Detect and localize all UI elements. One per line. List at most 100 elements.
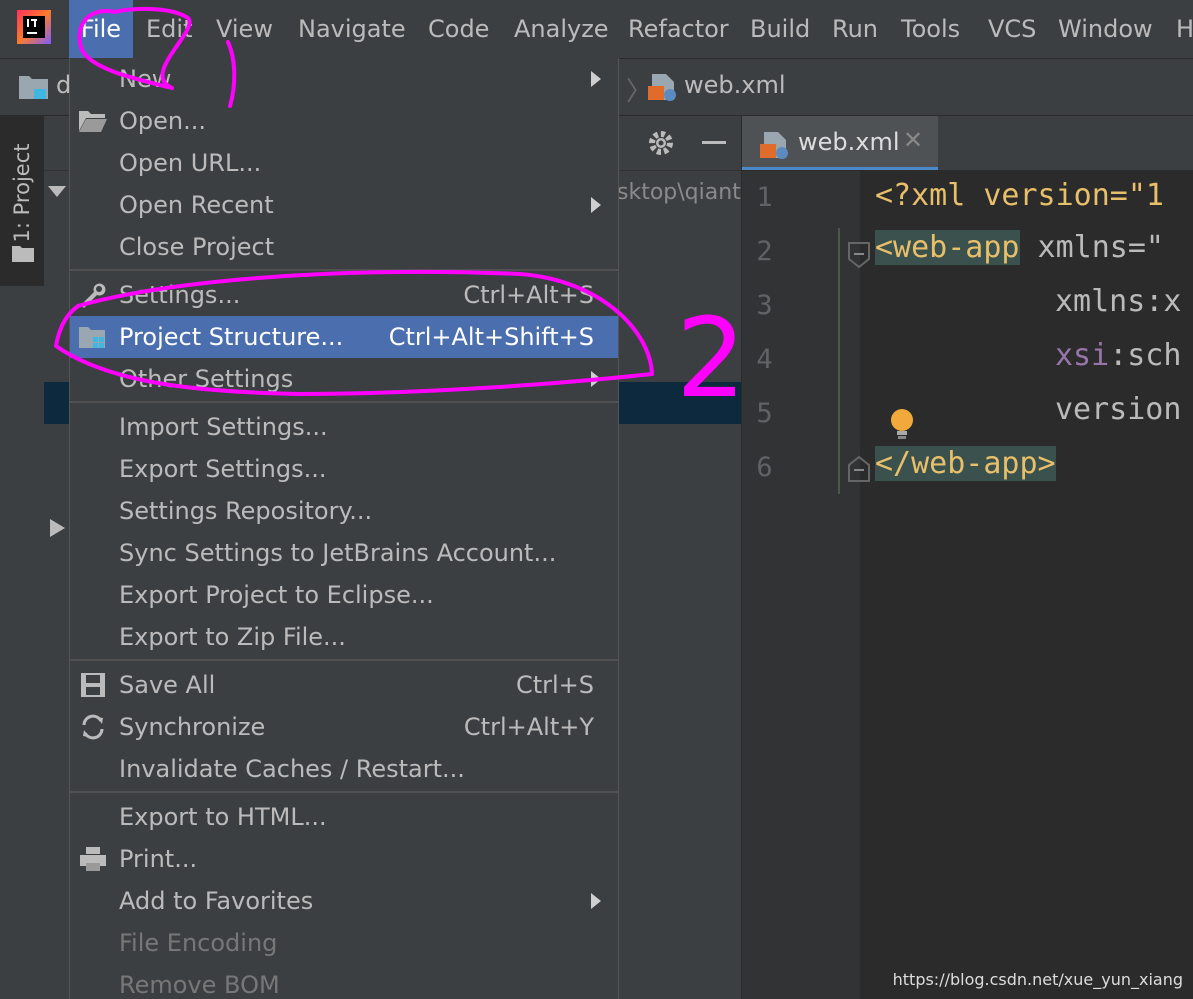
menu-item-project-structure[interactable]: Project Structure... Ctrl+Alt+Shift+S [70,316,618,358]
project-structure-icon [79,327,105,348]
submenu-arrow-icon [591,197,601,213]
menu-item-print[interactable]: Print... [70,838,618,880]
menu-item-export-zip[interactable]: Export to Zip File... [70,616,618,658]
menu-item-add-favorites[interactable]: Add to Favorites [70,880,618,922]
code-line-6: </web-app> [875,446,1056,481]
menu-item-label: Open Recent [119,191,274,219]
menu-window[interactable]: Window [1058,0,1153,58]
menu-item-remove-bom: Remove BOM [70,964,618,999]
code-line-3: xmlns:x [1055,284,1182,319]
menu-navigate[interactable]: Navigate [298,0,406,58]
fold-guide [838,228,840,494]
xml-namespace: xsi [1055,338,1110,373]
menu-item-open-recent[interactable]: Open Recent [70,184,618,226]
fold-marker-icon[interactable] [847,241,871,269]
printer-icon [80,847,106,871]
line-number: 6 [756,452,773,483]
menu-item-label: Settings... [119,281,241,309]
line-number: 3 [756,290,773,321]
menu-item-label: Open... [119,107,206,135]
line-number: 5 [756,398,773,429]
menu-item-label: Export Settings... [119,455,327,483]
menu-item-sync-settings[interactable]: Sync Settings to JetBrains Account... [70,532,618,574]
project-tool-tab-label[interactable]: 1: Project [7,123,37,263]
menu-item-file-encoding: File Encoding [70,922,618,964]
menu-item-settings-repository[interactable]: Settings Repository... [70,490,618,532]
menu-item-open[interactable]: Open... [70,100,618,142]
menu-item-label: Settings Repository... [119,497,373,525]
menu-vcs[interactable]: VCS [988,0,1036,58]
menu-item-open-url[interactable]: Open URL... [70,142,618,184]
menu-separator [70,659,618,661]
menu-file[interactable]: File [69,0,133,58]
menu-item-invalidate-caches[interactable]: Invalidate Caches / Restart... [70,748,618,790]
menu-tools[interactable]: Tools [901,0,960,58]
line-number: 2 [756,236,773,267]
xml-tag-close: </web-app> [875,446,1056,481]
menu-view[interactable]: View [216,0,273,58]
menu-build[interactable]: Build [750,0,810,58]
fold-marker-icon[interactable] [847,455,871,483]
menu-item-close-project[interactable]: Close Project [70,226,618,268]
menu-item-label: Import Settings... [119,413,328,441]
menu-item-label: File Encoding [119,929,278,957]
folder-icon [12,246,34,262]
menu-bar: File Edit View Navigate Code Analyze Ref… [0,0,1193,59]
xml-file-icon [648,74,676,101]
menu-item-label: Other Settings [119,365,294,393]
menu-item-shortcut: Ctrl+Alt+Y [463,713,594,741]
menu-item-label: Invalidate Caches / Restart... [119,755,465,783]
menu-item-synchronize[interactable]: Synchronize Ctrl+Alt+Y [70,706,618,748]
editor-tab-label[interactable]: web.xml [798,128,900,156]
menu-code[interactable]: Code [428,0,489,58]
menu-item-label: Open URL... [119,149,262,177]
wrench-icon [81,283,106,308]
xml-attribute: :sch [1109,338,1182,373]
menu-item-shortcut: Ctrl+Alt+S [463,281,594,309]
submenu-arrow-icon [591,371,601,387]
save-icon [81,673,105,697]
minimize-icon[interactable] [702,141,726,144]
menu-item-other-settings[interactable]: Other Settings [70,358,618,400]
xml-attribute: xmlns=" [1019,230,1164,265]
project-path: sktop\qiant [617,180,741,205]
close-tab-icon[interactable]: ✕ [903,126,923,154]
menu-item-export-settings[interactable]: Export Settings... [70,448,618,490]
menu-run[interactable]: Run [832,0,878,58]
watermark: https://blog.csdn.net/xue_yun_xiang [892,970,1183,989]
menu-item-shortcut: Ctrl+Alt+Shift+S [388,323,594,351]
project-folder-icon [19,76,48,99]
submenu-arrow-icon [591,71,601,87]
menu-item-label: Synchronize [119,713,266,741]
line-number: 1 [756,182,773,213]
menu-item-shortcut: Ctrl+S [515,671,594,699]
menu-separator [70,269,618,271]
intellij-logo-icon [17,10,51,44]
code-line-1: <?xml version="1 [875,178,1164,213]
gear-icon[interactable] [646,128,676,158]
menu-item-save-all[interactable]: Save All Ctrl+S [70,664,618,706]
breadcrumb-file[interactable]: web.xml [684,71,786,99]
code-line-5: version [1055,392,1182,427]
line-number: 4 [756,344,773,375]
menu-edit[interactable]: Edit [146,0,192,58]
file-menu-dropdown: New Open... Open URL... Open Recent Clos… [69,58,619,999]
menu-item-new[interactable]: New [70,58,618,100]
lightbulb-icon[interactable] [888,408,916,440]
menu-item-import-settings[interactable]: Import Settings... [70,406,618,448]
xml-declaration: <?xml version="1 [875,178,1164,213]
menu-analyze[interactable]: Analyze [514,0,609,58]
menu-item-label: Export to HTML... [119,803,327,831]
menu-item-label: Project Structure... [119,323,344,351]
tree-collapse-icon[interactable] [50,519,65,537]
menu-refactor[interactable]: Refactor [628,0,729,58]
submenu-arrow-icon [591,893,601,909]
menu-item-label: Close Project [119,233,275,261]
menu-item-export-eclipse[interactable]: Export Project to Eclipse... [70,574,618,616]
menu-help[interactable]: H [1176,0,1193,58]
refresh-icon [82,714,104,740]
menu-item-settings[interactable]: Settings... Ctrl+Alt+S [70,274,618,316]
tree-expand-icon[interactable] [48,186,66,197]
menu-item-export-html[interactable]: Export to HTML... [70,796,618,838]
menu-item-label: Save All [119,671,216,699]
